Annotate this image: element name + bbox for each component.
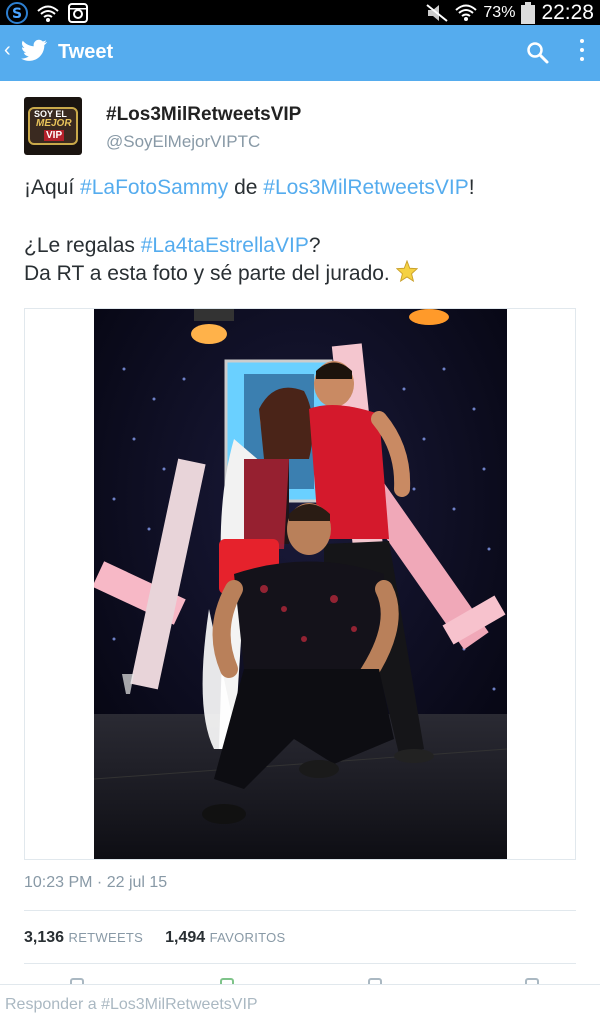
svg-text:S: S <box>12 6 22 22</box>
action-bar: ‹ Tweet <box>0 25 600 81</box>
text-span: ! <box>468 176 475 199</box>
back-icon[interactable]: ‹ <box>4 39 11 62</box>
hashtag-link[interactable]: #LaFotoSammy <box>80 176 228 199</box>
battery-percent: 73% <box>483 3 516 21</box>
signal-wifi-icon <box>455 4 478 21</box>
overflow-menu-icon[interactable] <box>578 39 586 67</box>
hashtag-link[interactable]: #Los3MilRetweetsVIP <box>263 176 468 199</box>
text-span: de <box>228 176 264 199</box>
screen-title: Tweet <box>58 41 114 63</box>
text-span: ¡Aquí <box>24 176 81 199</box>
twitter-bird-icon[interactable] <box>20 39 48 63</box>
tweet-photo[interactable] <box>94 309 507 859</box>
divider <box>24 910 576 911</box>
instagram-icon <box>68 3 88 23</box>
status-bar: S 73% 22:28 <box>0 0 600 25</box>
tweet-text: ¡Aquí #LaFotoSammy de #Los3MilRetweetsVI… <box>24 174 584 288</box>
text-span: ¿Le regalas <box>24 234 141 257</box>
tweet-line: Da RT a esta foto y sé parte del jurado. <box>24 260 584 288</box>
tweet-line: ¿Le regalas #La4taEstrellaVIP? <box>24 232 584 260</box>
reply-input[interactable] <box>5 991 585 1019</box>
user-display-name[interactable]: #Los3MilRetweetsVIP <box>106 104 301 126</box>
avatar-logo-text: MEJOR <box>36 118 72 129</box>
avatar[interactable]: SOY EL MEJOR VIP <box>24 97 82 155</box>
reply-bar <box>0 984 600 1024</box>
text-span: Da RT a esta foto y sé parte del jurado. <box>24 262 390 285</box>
tweet-actions <box>0 968 600 984</box>
s-app-icon: S <box>6 2 28 24</box>
divider <box>24 963 576 964</box>
retweet-count-label: RETWEETS <box>68 930 144 945</box>
hashtag-link[interactable]: #La4taEstrellaVIP <box>141 234 309 257</box>
mute-icon <box>426 3 449 22</box>
battery-icon <box>521 1 536 24</box>
favorite-count-label: FAVORITOS <box>209 930 286 945</box>
tweet-timestamp: 10:23 PM · 22 jul 15 <box>24 874 168 891</box>
tweet-line: ¡Aquí #LaFotoSammy de #Los3MilRetweetsVI… <box>24 174 584 202</box>
wifi-icon <box>37 5 59 22</box>
studio-photo-illustration <box>94 309 507 859</box>
clock: 22:28 <box>541 0 594 24</box>
tweet-media[interactable] <box>24 308 576 860</box>
tweet-stats: 3,136 RETWEETS 1,494 FAVORITOS <box>24 929 286 947</box>
retweet-count-value: 3,136 <box>24 929 65 946</box>
user-handle[interactable]: @SoyElMejorVIPTC <box>106 132 260 152</box>
retweet-count[interactable]: 3,136 RETWEETS <box>24 929 143 946</box>
avatar-logo-text: VIP <box>44 130 65 141</box>
search-icon[interactable] <box>526 41 550 65</box>
star-emoji-icon <box>395 260 418 282</box>
favorite-count[interactable]: 1,494 FAVORITOS <box>165 929 285 946</box>
text-span: ? <box>308 234 321 257</box>
favorite-count-value: 1,494 <box>165 929 206 946</box>
